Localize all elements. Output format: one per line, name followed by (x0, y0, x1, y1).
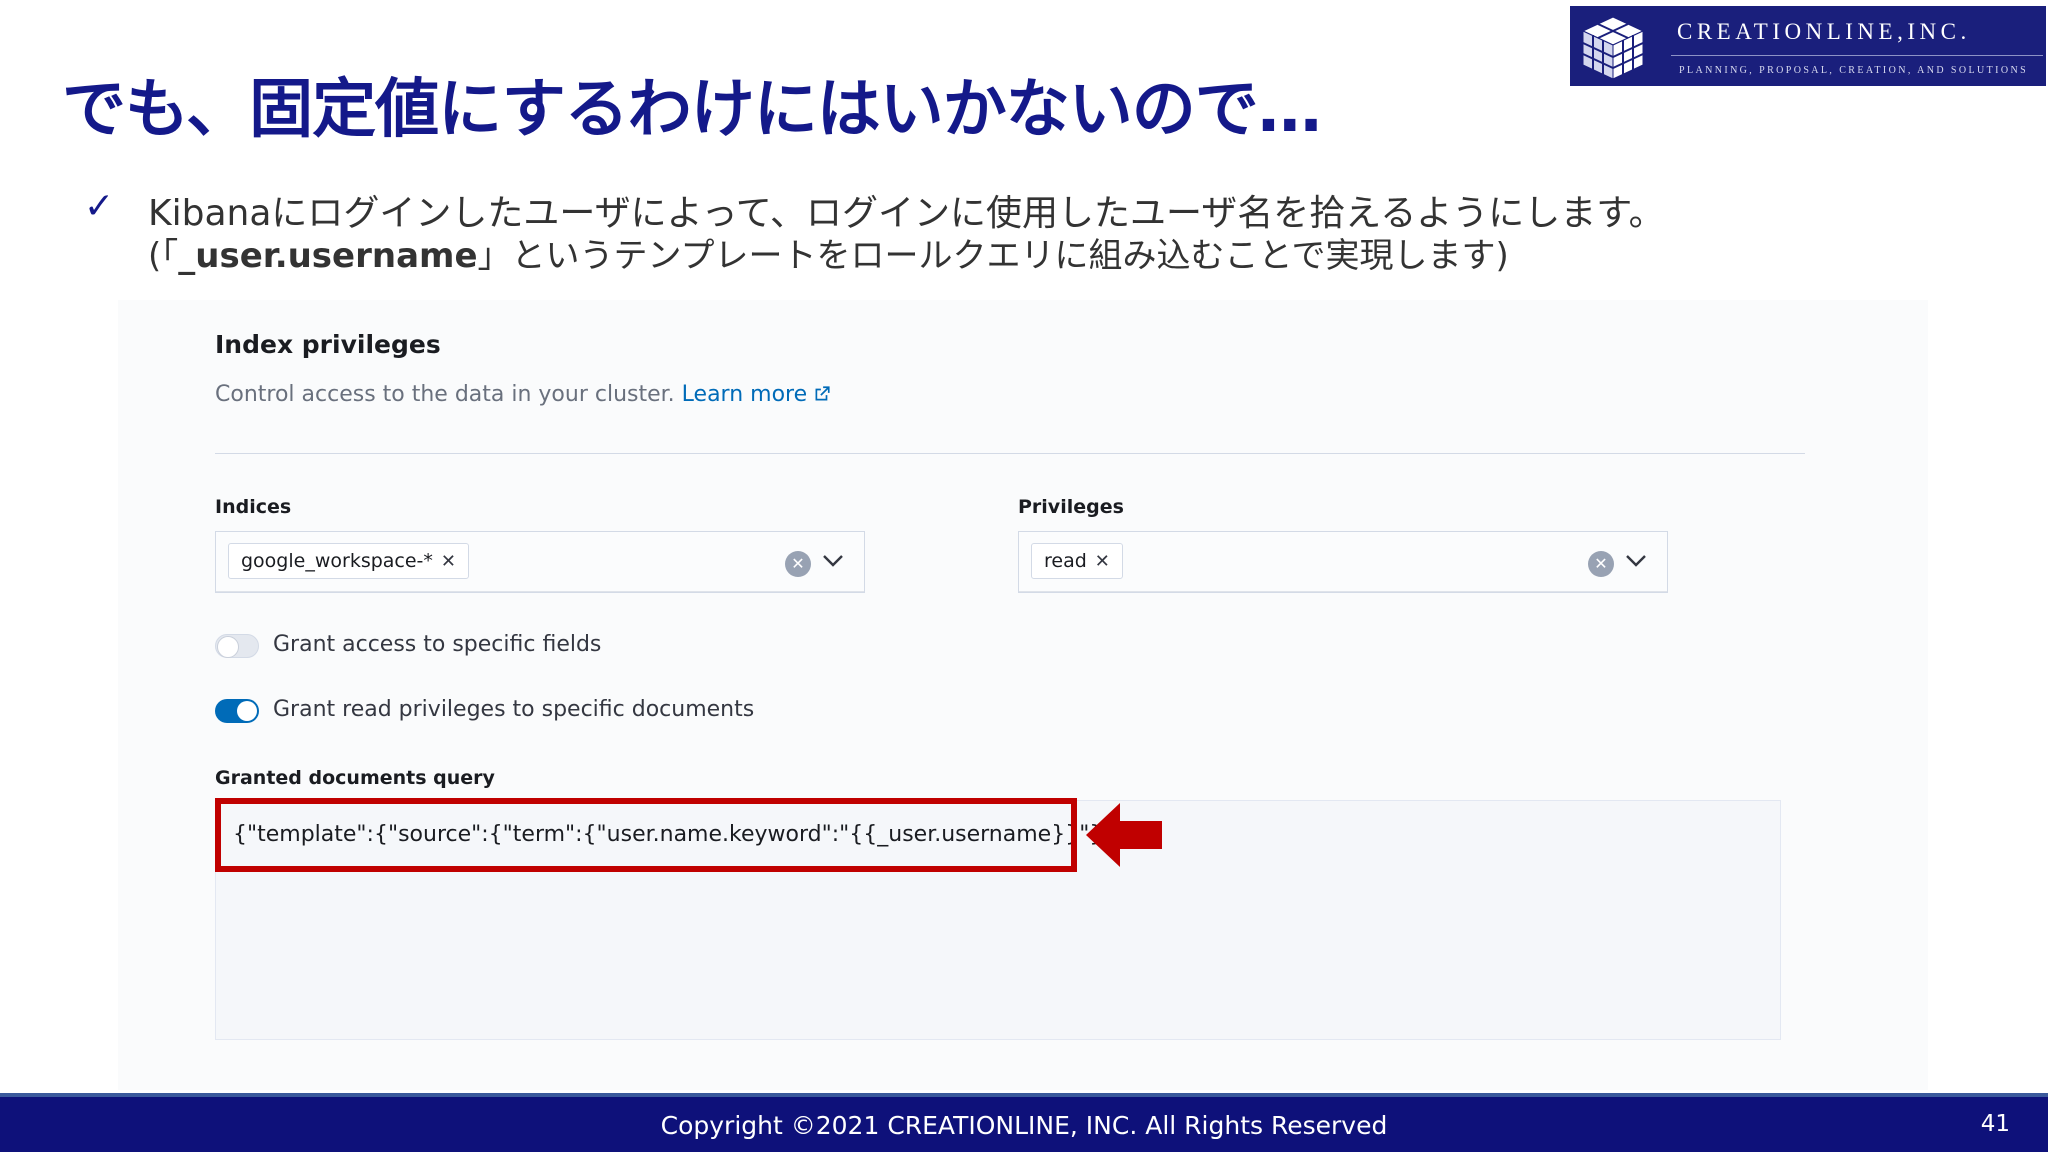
page-number: 41 (1980, 1111, 2010, 1137)
indices-label: Indices (215, 496, 292, 518)
logo-divider (1671, 55, 2043, 56)
company-logo: CREATIONLINE,INC. PLANNING, PROPOSAL, CR… (1570, 6, 2046, 86)
field-level-toggle[interactable] (215, 634, 259, 658)
document-level-toggle[interactable] (215, 699, 259, 723)
red-highlight-box (215, 798, 1077, 872)
slide-title: でも、固定値にするわけにはいかないので… (62, 73, 1322, 147)
section-divider (215, 453, 1805, 454)
toggle-knob (237, 701, 257, 721)
close-icon[interactable]: ✕ (1095, 551, 1110, 572)
privileges-label: Privileges (1018, 496, 1124, 518)
cube-logo-icon (1581, 16, 1645, 80)
learn-more-link[interactable]: Learn more (682, 382, 831, 407)
external-link-icon (815, 386, 830, 401)
clear-icon[interactable]: ✕ (1588, 551, 1614, 577)
clear-icon[interactable]: ✕ (785, 551, 811, 577)
company-name: CREATIONLINE,INC. (1677, 19, 1971, 44)
chevron-down-icon[interactable] (1625, 554, 1647, 568)
indices-pill: google_workspace-* ✕ (228, 543, 470, 579)
company-tagline: PLANNING, PROPOSAL, CREATION, AND SOLUTI… (1679, 65, 2029, 76)
privileges-pill: read ✕ (1031, 543, 1123, 579)
check-icon: ✓ (84, 186, 115, 227)
privileges-combobox[interactable]: read ✕ ✕ (1018, 531, 1668, 593)
indices-combobox[interactable]: google_workspace-* ✕ ✕ (215, 531, 865, 593)
field-level-toggle-label: Grant access to specific fields (273, 632, 602, 657)
toggle-knob (217, 636, 239, 658)
section-description: Control access to the data in your clust… (215, 382, 831, 407)
query-label: Granted documents query (215, 767, 495, 789)
section-title: Index privileges (215, 330, 441, 359)
footer: Copyright ©2021 CREATIONLINE, INC. All R… (0, 1093, 2048, 1152)
copyright: Copyright ©2021 CREATIONLINE, INC. All R… (660, 1111, 1388, 1140)
document-level-toggle-label: Grant read privileges to specific docume… (273, 697, 755, 722)
arrow-left-icon (1086, 803, 1162, 867)
bullet-subtext: (「_user.username」というテンプレートをロールクエリに組み込むこと… (148, 236, 1509, 276)
close-icon[interactable]: ✕ (441, 551, 456, 572)
chevron-down-icon[interactable] (822, 554, 844, 568)
